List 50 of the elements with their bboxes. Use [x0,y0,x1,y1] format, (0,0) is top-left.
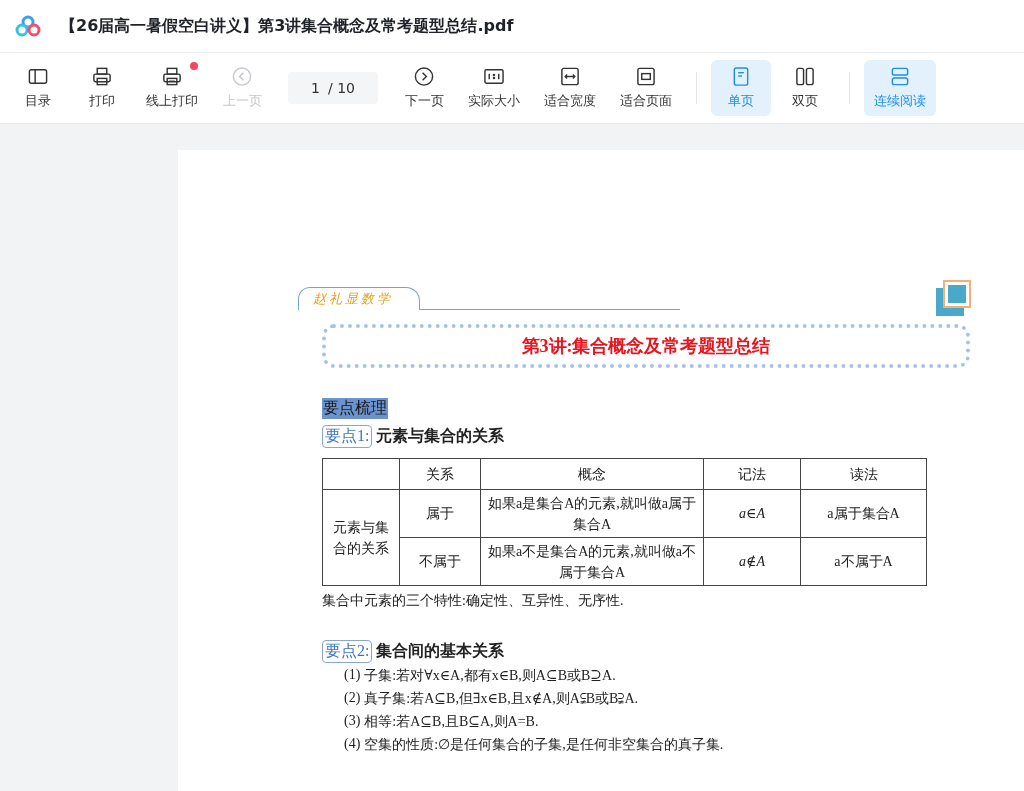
toolbar-button[interactable]: 下一页 [394,60,454,116]
table-cell: 如果a不是集合A的元素,就叫做a不属于集合A [480,537,704,586]
note-text: 集合中元素的三个特性:确定性、互异性、无序性. [322,592,625,610]
key-point-tag: 要点1: [322,425,373,448]
fit-page-icon [635,66,657,87]
key-point-tag: 要点2: [322,640,373,663]
toolbar-button[interactable]: 适合页面 [610,60,682,116]
toolbar-button[interactable]: 目录 [8,60,68,116]
key-point-heading: 元素与集合的关系 [376,426,505,447]
previous-icon [231,66,253,87]
printer-icon [161,66,183,87]
table-header: 记法 [703,458,801,490]
table-cell: a∈A [703,489,801,538]
table-header: 概念 [480,458,704,490]
toolbar-button[interactable]: 打印 [72,60,132,116]
table-cell: a不属于A [800,537,927,586]
table-cell: a属于集合A [800,489,927,538]
toolbar-button[interactable]: 双页 [775,60,835,116]
app-logo-icon [14,14,42,38]
page-number-field[interactable]: 1 / 10 [288,72,378,104]
item-number: (4) [344,736,361,753]
continuous-pages-icon [889,66,911,87]
item-number: (1) [344,667,361,684]
sidebar-icon [27,66,49,87]
table-header: 关系 [399,458,481,490]
table-cell: 属于 [399,489,481,538]
toolbar-button[interactable]: 实际大小 [458,60,530,116]
list-text: 子集:若对∀x∈A,都有x∈B,则A⊆B或B⊇A. [364,667,616,685]
printer-icon [91,66,113,87]
item-number: (3) [344,713,361,730]
actual-size-icon [483,66,505,87]
squares-icon [936,280,972,316]
table-header: 读法 [800,458,927,490]
fit-width-icon [559,66,581,87]
double-page-icon [794,66,816,87]
next-icon [413,66,435,87]
window-title: 【26届高一暑假空白讲义】第3讲集合概念及常考题型总结.pdf [60,15,514,37]
item-number: (2) [344,690,361,707]
list-text: 相等:若A⊆B,且B⊆A,则A=B. [364,713,539,731]
toolbar-button[interactable]: 适合宽度 [534,60,606,116]
table-cell: 元素与集合的关系 [322,489,400,586]
list-text: 真子集:若A⊆B,但∃x∈B,且x∉A,则A⫋B或B⫌A. [364,690,639,708]
table-cell: 不属于 [399,537,481,586]
list-text: 空集的性质:∅是任何集合的子集,是任何非空集合的真子集. [364,736,724,754]
table-cell: a∉A [703,537,801,586]
title-banner: 第3讲:集合概念及常考题型总结 [322,324,970,368]
toolbar-button[interactable]: 线上打印 [136,60,208,116]
table-cell: 如果a是集合A的元素,就叫做a属于集合A [480,489,704,538]
key-point-heading: 集合间的基本关系 [376,641,505,662]
section-heading: 要点梳理 [322,398,388,419]
